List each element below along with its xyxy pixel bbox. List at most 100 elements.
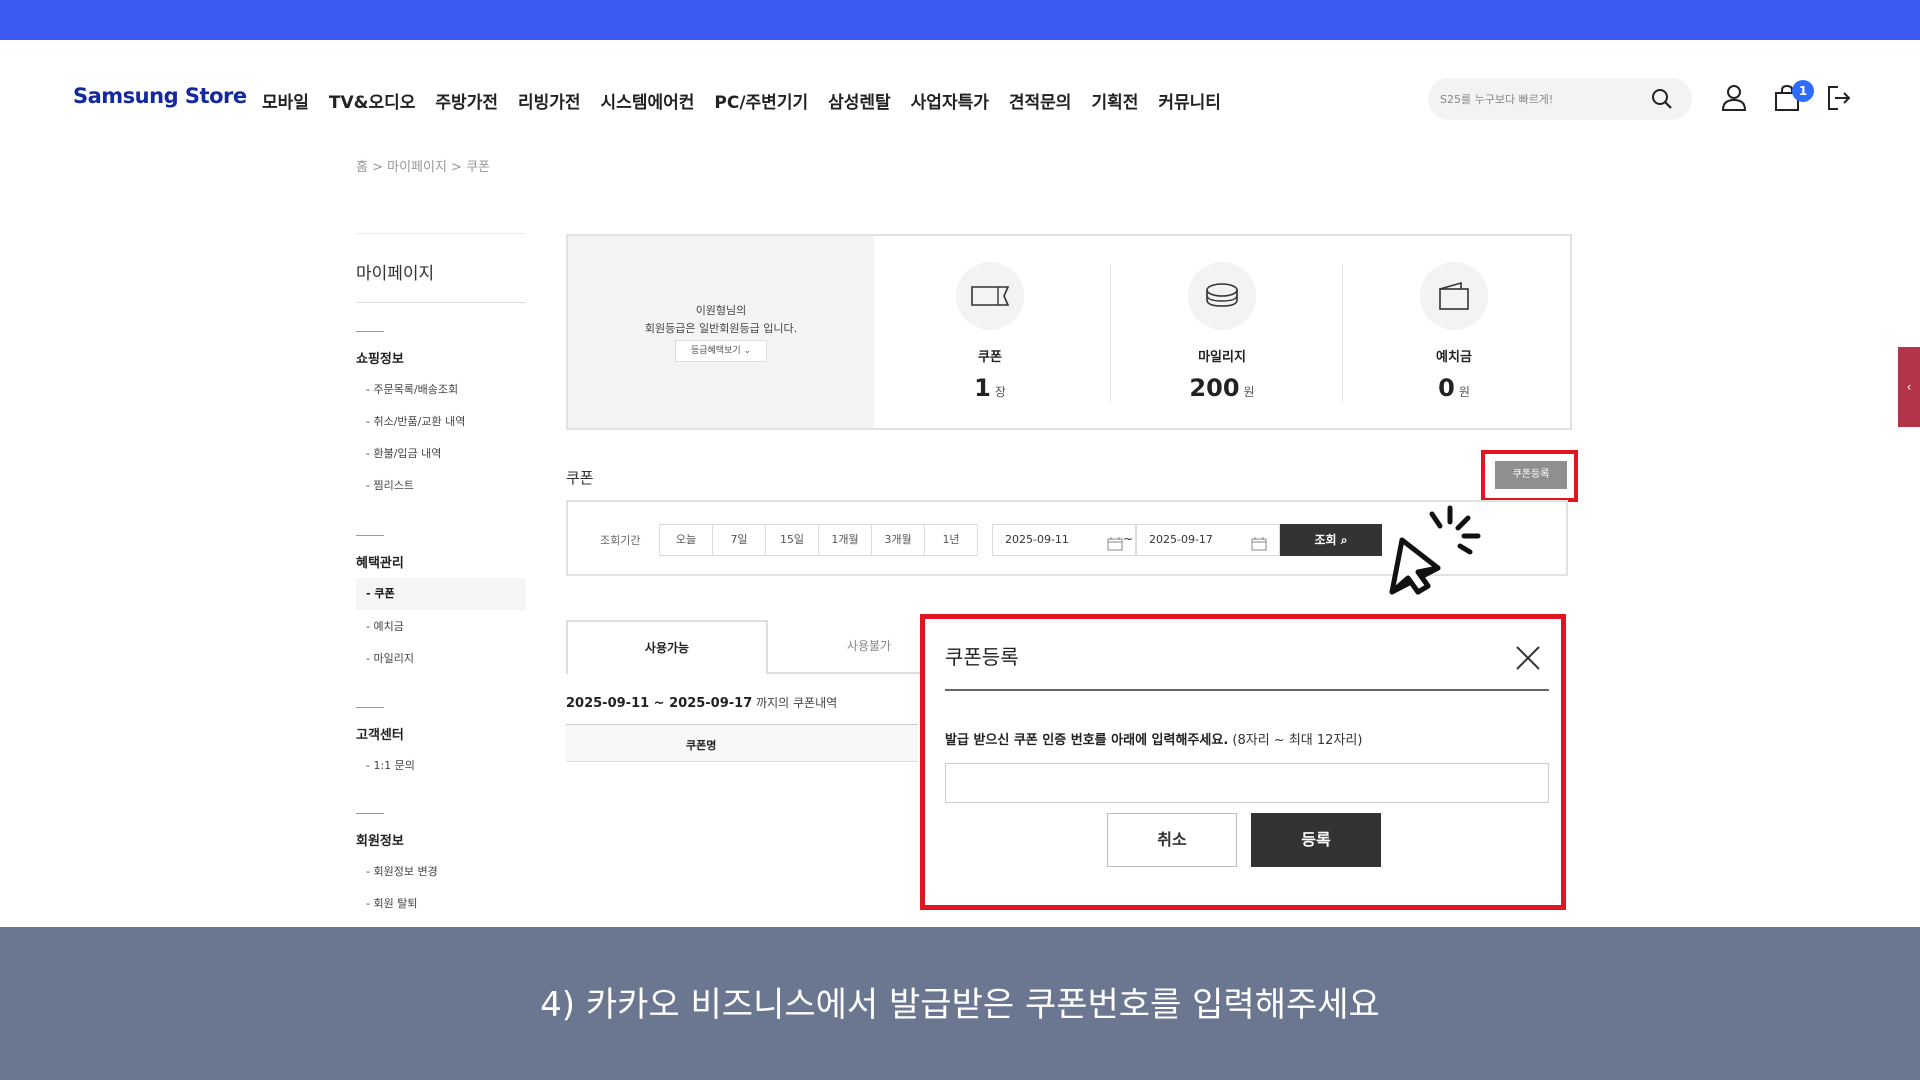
user-icon[interactable] xyxy=(1721,84,1747,116)
coupon-register-modal: 쿠폰등록 발급 받으신 쿠폰 인증 번호를 아래에 입력해주세요. (8자리 ~… xyxy=(920,614,1566,910)
register-button[interactable]: 등록 xyxy=(1251,813,1381,867)
samsung-store-logo[interactable]: Samsung Store xyxy=(73,84,247,108)
nav-tv-audio[interactable]: TV&오디오 xyxy=(329,88,416,113)
logout-icon[interactable] xyxy=(1826,84,1852,116)
stat-value: 1장 xyxy=(874,374,1106,402)
search-placeholder: S25를 누구보다 빠르게! xyxy=(1440,93,1554,106)
stat-unit: 원 xyxy=(1458,385,1470,399)
nav-living[interactable]: 리빙가전 xyxy=(518,88,581,113)
coupon-table-header: 쿠폰명 xyxy=(566,724,918,762)
close-icon[interactable] xyxy=(1515,645,1541,675)
desc-main: 발급 받으신 쿠폰 인증 번호를 아래에 입력해주세요. xyxy=(945,733,1229,748)
click-pointer-icon xyxy=(1380,500,1492,604)
sidebar-item-edit-profile[interactable]: - 회원정보 변경 xyxy=(356,863,526,895)
nav-community[interactable]: 커뮤니티 xyxy=(1158,88,1221,113)
caption-text: 4) 카카오 비즈니스에서 발급받은 쿠폰번호를 입력해주세요 xyxy=(540,985,1380,1025)
section-heading: 고객센터 xyxy=(356,728,404,743)
stat-label: 예치금 xyxy=(1436,350,1472,365)
sidebar-section-shopping: 쇼핑정보 - 주문목록/배송조회 - 취소/반품/교환 내역 - 환불/입금 내… xyxy=(356,331,526,509)
sidebar-section-member: 회원정보 - 회원정보 변경 - 회원 탈퇴 xyxy=(356,813,526,927)
nav-quote[interactable]: 견적문의 xyxy=(1009,88,1072,113)
period-15d[interactable]: 15일 xyxy=(765,524,819,556)
sidebar-item-coupon[interactable]: - 쿠폰 xyxy=(356,578,526,610)
coupon-section-title: 쿠폰 xyxy=(566,469,594,487)
period-7d[interactable]: 7일 xyxy=(712,524,766,556)
nav-aircon[interactable]: 시스템에어컨 xyxy=(601,88,695,113)
mileage-amount: 200 xyxy=(1189,374,1240,402)
nav-promotions[interactable]: 기획전 xyxy=(1091,88,1138,113)
stat-unit: 장 xyxy=(994,385,1006,399)
section-divider xyxy=(356,535,384,536)
nav-business[interactable]: 사업자특가 xyxy=(911,88,989,113)
search-icon: ⌕ xyxy=(1340,533,1348,547)
period-1y[interactable]: 1년 xyxy=(924,524,978,556)
cancel-button[interactable]: 취소 xyxy=(1107,813,1237,867)
nav-mobile[interactable]: 모바일 xyxy=(262,88,309,113)
section-heading: 혜택관리 xyxy=(356,556,404,571)
date-from-input[interactable]: 2025-09-11 xyxy=(992,524,1136,556)
calendar-icon[interactable] xyxy=(1251,533,1267,563)
logo-main: Samsung xyxy=(73,84,179,108)
desc-note: (8자리 ~ 최대 12자리) xyxy=(1228,733,1363,748)
coupon-code-input[interactable] xyxy=(945,763,1549,803)
breadcrumb: 홈 > 마이페이지 > 쿠폰 xyxy=(356,160,490,175)
coupon-icon xyxy=(956,262,1024,330)
coupon-range-text: 2025-09-11 ~ 2025-09-17 까지의 쿠폰내역 xyxy=(566,694,837,711)
sidebar-item-wishlist[interactable]: - 찜리스트 xyxy=(356,477,526,509)
period-today[interactable]: 오늘 xyxy=(659,524,713,556)
logo-sub: Store xyxy=(184,84,247,108)
section-heading: 쇼핑정보 xyxy=(356,352,404,367)
nav-rental[interactable]: 삼성렌탈 xyxy=(828,88,891,113)
sidebar-item-refunds[interactable]: - 환불/입금 내역 xyxy=(356,445,526,477)
grade-benefits-button[interactable]: 등급혜택보기 ⌄ xyxy=(675,340,767,362)
stat-unit: 원 xyxy=(1243,385,1255,399)
query-button[interactable]: 조회 ⌕ xyxy=(1280,524,1382,556)
sidebar-item-deposit[interactable]: - 예치금 xyxy=(356,618,526,650)
date-to-value: 2025-09-17 xyxy=(1149,533,1213,546)
period-1m[interactable]: 1개월 xyxy=(818,524,872,556)
sidebar-item-mileage[interactable]: - 마일리지 xyxy=(356,650,526,682)
search-icon[interactable] xyxy=(1650,87,1674,115)
deposit-stat[interactable]: 예치금 0원 xyxy=(1338,236,1570,428)
period-buttons: 오늘 7일 15일 1개월 3개월 1년 xyxy=(659,524,978,556)
sidebar-item-inquiry[interactable]: - 1:1 문의 xyxy=(356,757,526,789)
highlight-box xyxy=(1481,450,1578,502)
mileage-stat[interactable]: 마일리지 200 원 xyxy=(1106,236,1338,428)
section-divider xyxy=(356,813,384,814)
section-divider xyxy=(356,707,384,708)
date-to-input[interactable]: 2025-09-17 xyxy=(1136,524,1280,556)
modal-divider xyxy=(945,689,1549,691)
cart-count-badge: 1 xyxy=(1792,80,1814,102)
modal-title: 쿠폰등록 xyxy=(945,645,1019,669)
member-summary: 이원형님의 회원등급은 일반회원등급 입니다. 등급혜택보기 ⌄ 쿠폰 1장 마… xyxy=(566,234,1572,430)
range-dates: 2025-09-11 ~ 2025-09-17 xyxy=(566,696,753,711)
stat-value: 0원 xyxy=(1338,374,1570,402)
mypage-sidebar: 마이페이지 쇼핑정보 - 주문목록/배송조회 - 취소/반품/교환 내역 - 환… xyxy=(356,233,526,910)
side-panel-toggle[interactable]: ‹ xyxy=(1898,347,1920,427)
section-heading: 회원정보 xyxy=(356,834,404,849)
query-label: 조회 xyxy=(1314,533,1337,547)
sidebar-item-withdraw[interactable]: - 회원 탈퇴 xyxy=(356,895,526,927)
wallet-icon xyxy=(1420,262,1488,330)
nav-pc[interactable]: PC/주변기기 xyxy=(714,88,808,113)
deposit-amount: 0 xyxy=(1438,374,1455,402)
coupon-count: 1 xyxy=(974,374,991,402)
main-nav: 모바일 TV&오디오 주방가전 리빙가전 시스템에어컨 PC/주변기기 삼성렌탈… xyxy=(262,88,1241,113)
tab-usable[interactable]: 사용가능 xyxy=(566,620,768,674)
sidebar-item-orders[interactable]: - 주문목록/배송조회 xyxy=(356,381,526,413)
stat-label: 쿠폰 xyxy=(978,350,1002,365)
stat-value: 200 원 xyxy=(1106,374,1338,402)
member-grade-text: 회원등급은 일반회원등급 입니다. xyxy=(644,322,798,335)
nav-kitchen[interactable]: 주방가전 xyxy=(435,88,498,113)
sidebar-title: 마이페이지 xyxy=(356,264,435,284)
sidebar-section-support: 고객센터 - 1:1 문의 xyxy=(356,707,526,789)
stat-label: 마일리지 xyxy=(1198,350,1246,365)
column-coupon-name: 쿠폰명 xyxy=(686,739,717,752)
date-from-value: 2025-09-11 xyxy=(1005,533,1069,546)
date-range-separator: ~ xyxy=(1123,532,1134,546)
coupon-stat[interactable]: 쿠폰 1장 xyxy=(874,236,1106,428)
search-box[interactable]: S25를 누구보다 빠르게! xyxy=(1428,78,1692,120)
sidebar-item-cancel-return[interactable]: - 취소/반품/교환 내역 xyxy=(356,413,526,445)
calendar-icon[interactable] xyxy=(1107,533,1123,563)
period-3m[interactable]: 3개월 xyxy=(871,524,925,556)
